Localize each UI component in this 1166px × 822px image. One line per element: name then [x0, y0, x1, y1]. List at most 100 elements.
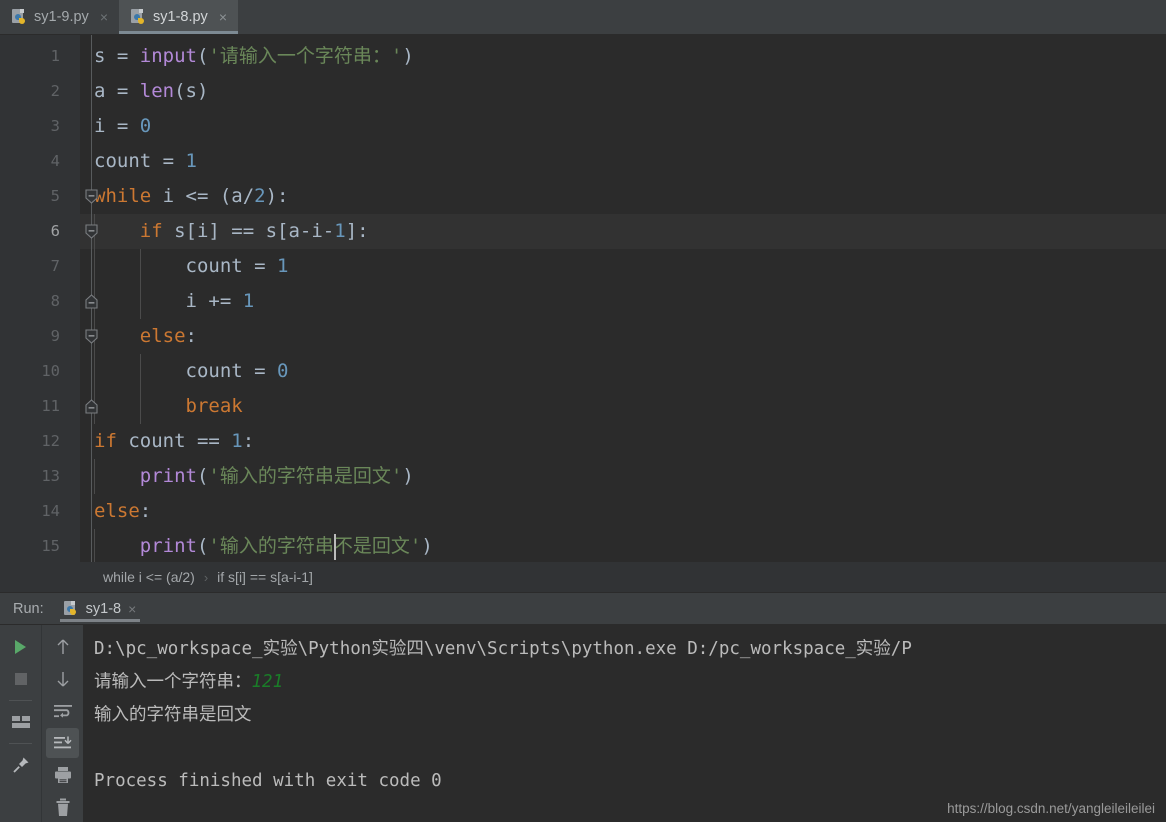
- fold-collapse-icon[interactable]: [85, 224, 98, 239]
- token-op: ): [421, 535, 433, 557]
- editor-gutter[interactable]: 1 2 3 4 5 6 7 8 9 10 11 12 13 14 15: [0, 35, 80, 562]
- toolbar-divider: [9, 743, 32, 744]
- fold-collapse-icon[interactable]: [85, 329, 98, 344]
- token-op: [94, 220, 140, 242]
- close-icon[interactable]: ×: [217, 10, 229, 24]
- line-number: 2: [50, 82, 60, 100]
- gutter-line-5[interactable]: 5: [0, 179, 80, 214]
- close-icon[interactable]: ×: [128, 602, 136, 616]
- token-num: 0: [139, 115, 152, 137]
- token-op: [94, 325, 140, 347]
- breadcrumb-item-0[interactable]: while i <= (a/2): [103, 569, 195, 585]
- gutter-line-7[interactable]: 7: [0, 249, 80, 284]
- editor-tab-sy1-8[interactable]: sy1-8.py ×: [119, 0, 238, 34]
- token-kw: if: [94, 430, 117, 452]
- gutter-line-1[interactable]: 1: [0, 39, 80, 74]
- token-num: 0: [277, 360, 289, 382]
- watermark: https://blog.csdn.net/yangleileileilei: [947, 801, 1155, 816]
- editor-tab-sy1-9[interactable]: sy1-9.py ×: [0, 0, 119, 34]
- console-line-2: 输入的字符串是回文: [94, 699, 1166, 732]
- code-line-8[interactable]: i += 1: [80, 284, 1166, 319]
- token-var: s: [94, 45, 106, 67]
- token-op: i +=: [94, 290, 243, 312]
- line-number: 3: [50, 117, 60, 135]
- fold-end-icon[interactable]: [85, 294, 98, 309]
- gutter-line-12[interactable]: 12: [0, 424, 80, 459]
- pycharm-window: sy1-9.py × sy1-8.py × 1 2 3 4 5 6 7 8 9 10 11 12 13 1…: [0, 0, 1166, 822]
- code-line-2[interactable]: a = len(s): [80, 74, 1166, 109]
- code-line-1[interactable]: s = input('请输入一个字符串：'): [80, 39, 1166, 74]
- line-number: 12: [41, 432, 60, 450]
- code-line-6[interactable]: if s[i] == s[a-i-1]:: [80, 214, 1166, 249]
- close-icon[interactable]: ×: [98, 10, 110, 24]
- line-number: 15: [41, 537, 60, 555]
- run-configuration-tab[interactable]: sy1-8 ×: [58, 593, 143, 624]
- arrow-up-icon[interactable]: [46, 632, 79, 662]
- token-op: i <= (a/: [151, 185, 255, 207]
- token-num: 1: [334, 220, 346, 242]
- token-op: (: [196, 465, 209, 487]
- code-line-4[interactable]: count = 1: [80, 144, 1166, 179]
- line-number: 7: [50, 257, 60, 275]
- run-icon[interactable]: [4, 632, 37, 662]
- gutter-line-2[interactable]: 2: [0, 74, 80, 109]
- run-tool-window-header: Run: sy1-8 ×: [0, 593, 1166, 625]
- gutter-line-9[interactable]: 9: [0, 319, 80, 354]
- token-op: =: [105, 115, 140, 137]
- indent-guide: [139, 249, 141, 319]
- trash-icon[interactable]: [46, 792, 79, 822]
- fold-end-icon[interactable]: [85, 399, 98, 414]
- gutter-line-13[interactable]: 13: [0, 459, 80, 494]
- token-var: count: [94, 150, 152, 172]
- gutter-line-10[interactable]: 10: [0, 354, 80, 389]
- gutter-line-8[interactable]: 8: [0, 284, 80, 319]
- gutter-line-4[interactable]: 4: [0, 144, 80, 179]
- code-line-3[interactable]: i = 0: [80, 109, 1166, 144]
- line-number: 9: [50, 327, 60, 345]
- token-op: =: [105, 45, 140, 67]
- editor-tab-label: sy1-9.py: [34, 9, 89, 25]
- code-line-5[interactable]: while i <= (a/2):: [80, 179, 1166, 214]
- python-file-icon: [131, 9, 146, 25]
- token-num: 1: [185, 150, 197, 172]
- stop-icon[interactable]: [4, 664, 37, 694]
- token-str: '输入的字符串是回文': [208, 465, 403, 487]
- gutter-line-11[interactable]: 11: [0, 389, 80, 424]
- gutter-line-14[interactable]: 14: [0, 494, 80, 529]
- token-str: '请输入一个字符串：': [208, 45, 403, 67]
- soft-wrap-icon[interactable]: [46, 696, 79, 726]
- code-line-12[interactable]: if count == 1:: [80, 424, 1166, 459]
- layout-icon[interactable]: [4, 707, 37, 737]
- token-op: ): [402, 465, 414, 487]
- token-kw: break: [185, 395, 243, 417]
- indent-guide: [94, 529, 95, 562]
- token-num: 1: [231, 430, 243, 452]
- scroll-to-end-icon[interactable]: [46, 728, 79, 758]
- editor-tab-bar: sy1-9.py × sy1-8.py ×: [0, 0, 1166, 35]
- code-line-13[interactable]: print('输入的字符串是回文'): [80, 459, 1166, 494]
- console-output[interactable]: D:\pc_workspace_实验\Python实验四\venv\Script…: [83, 625, 1166, 822]
- gutter-line-6[interactable]: 6: [0, 214, 80, 249]
- print-icon[interactable]: [46, 760, 79, 790]
- pin-icon[interactable]: [4, 750, 37, 780]
- fold-collapse-icon[interactable]: [85, 189, 98, 204]
- arrow-down-icon[interactable]: [46, 664, 79, 694]
- console-line-1: 请输入一个字符串：121: [94, 666, 1166, 699]
- code-line-10[interactable]: count = 0: [80, 354, 1166, 389]
- token-num: 2: [254, 185, 266, 207]
- code-line-14[interactable]: else:: [80, 494, 1166, 529]
- token-op: ):: [265, 185, 289, 207]
- line-number: 10: [41, 362, 60, 380]
- code-line-9[interactable]: else:: [80, 319, 1166, 354]
- gutter-line-3[interactable]: 3: [0, 109, 80, 144]
- token-op: =: [151, 150, 186, 172]
- code-line-15[interactable]: print('输入的字符串不是回文'): [80, 529, 1166, 562]
- code-content[interactable]: s = input('请输入一个字符串：') a = len(s) i = 0 cou…: [80, 35, 1166, 562]
- code-line-11[interactable]: break: [80, 389, 1166, 424]
- breadcrumb-item-1[interactable]: if s[i] == s[a-i-1]: [217, 569, 313, 585]
- code-line-7[interactable]: count = 1: [80, 249, 1166, 284]
- code-editor[interactable]: 1 2 3 4 5 6 7 8 9 10 11 12 13 14 15 s = input('请输入一个字符…: [0, 35, 1166, 562]
- console-text: 请输入一个字符串：: [94, 672, 252, 692]
- gutter-line-15[interactable]: 15: [0, 529, 80, 562]
